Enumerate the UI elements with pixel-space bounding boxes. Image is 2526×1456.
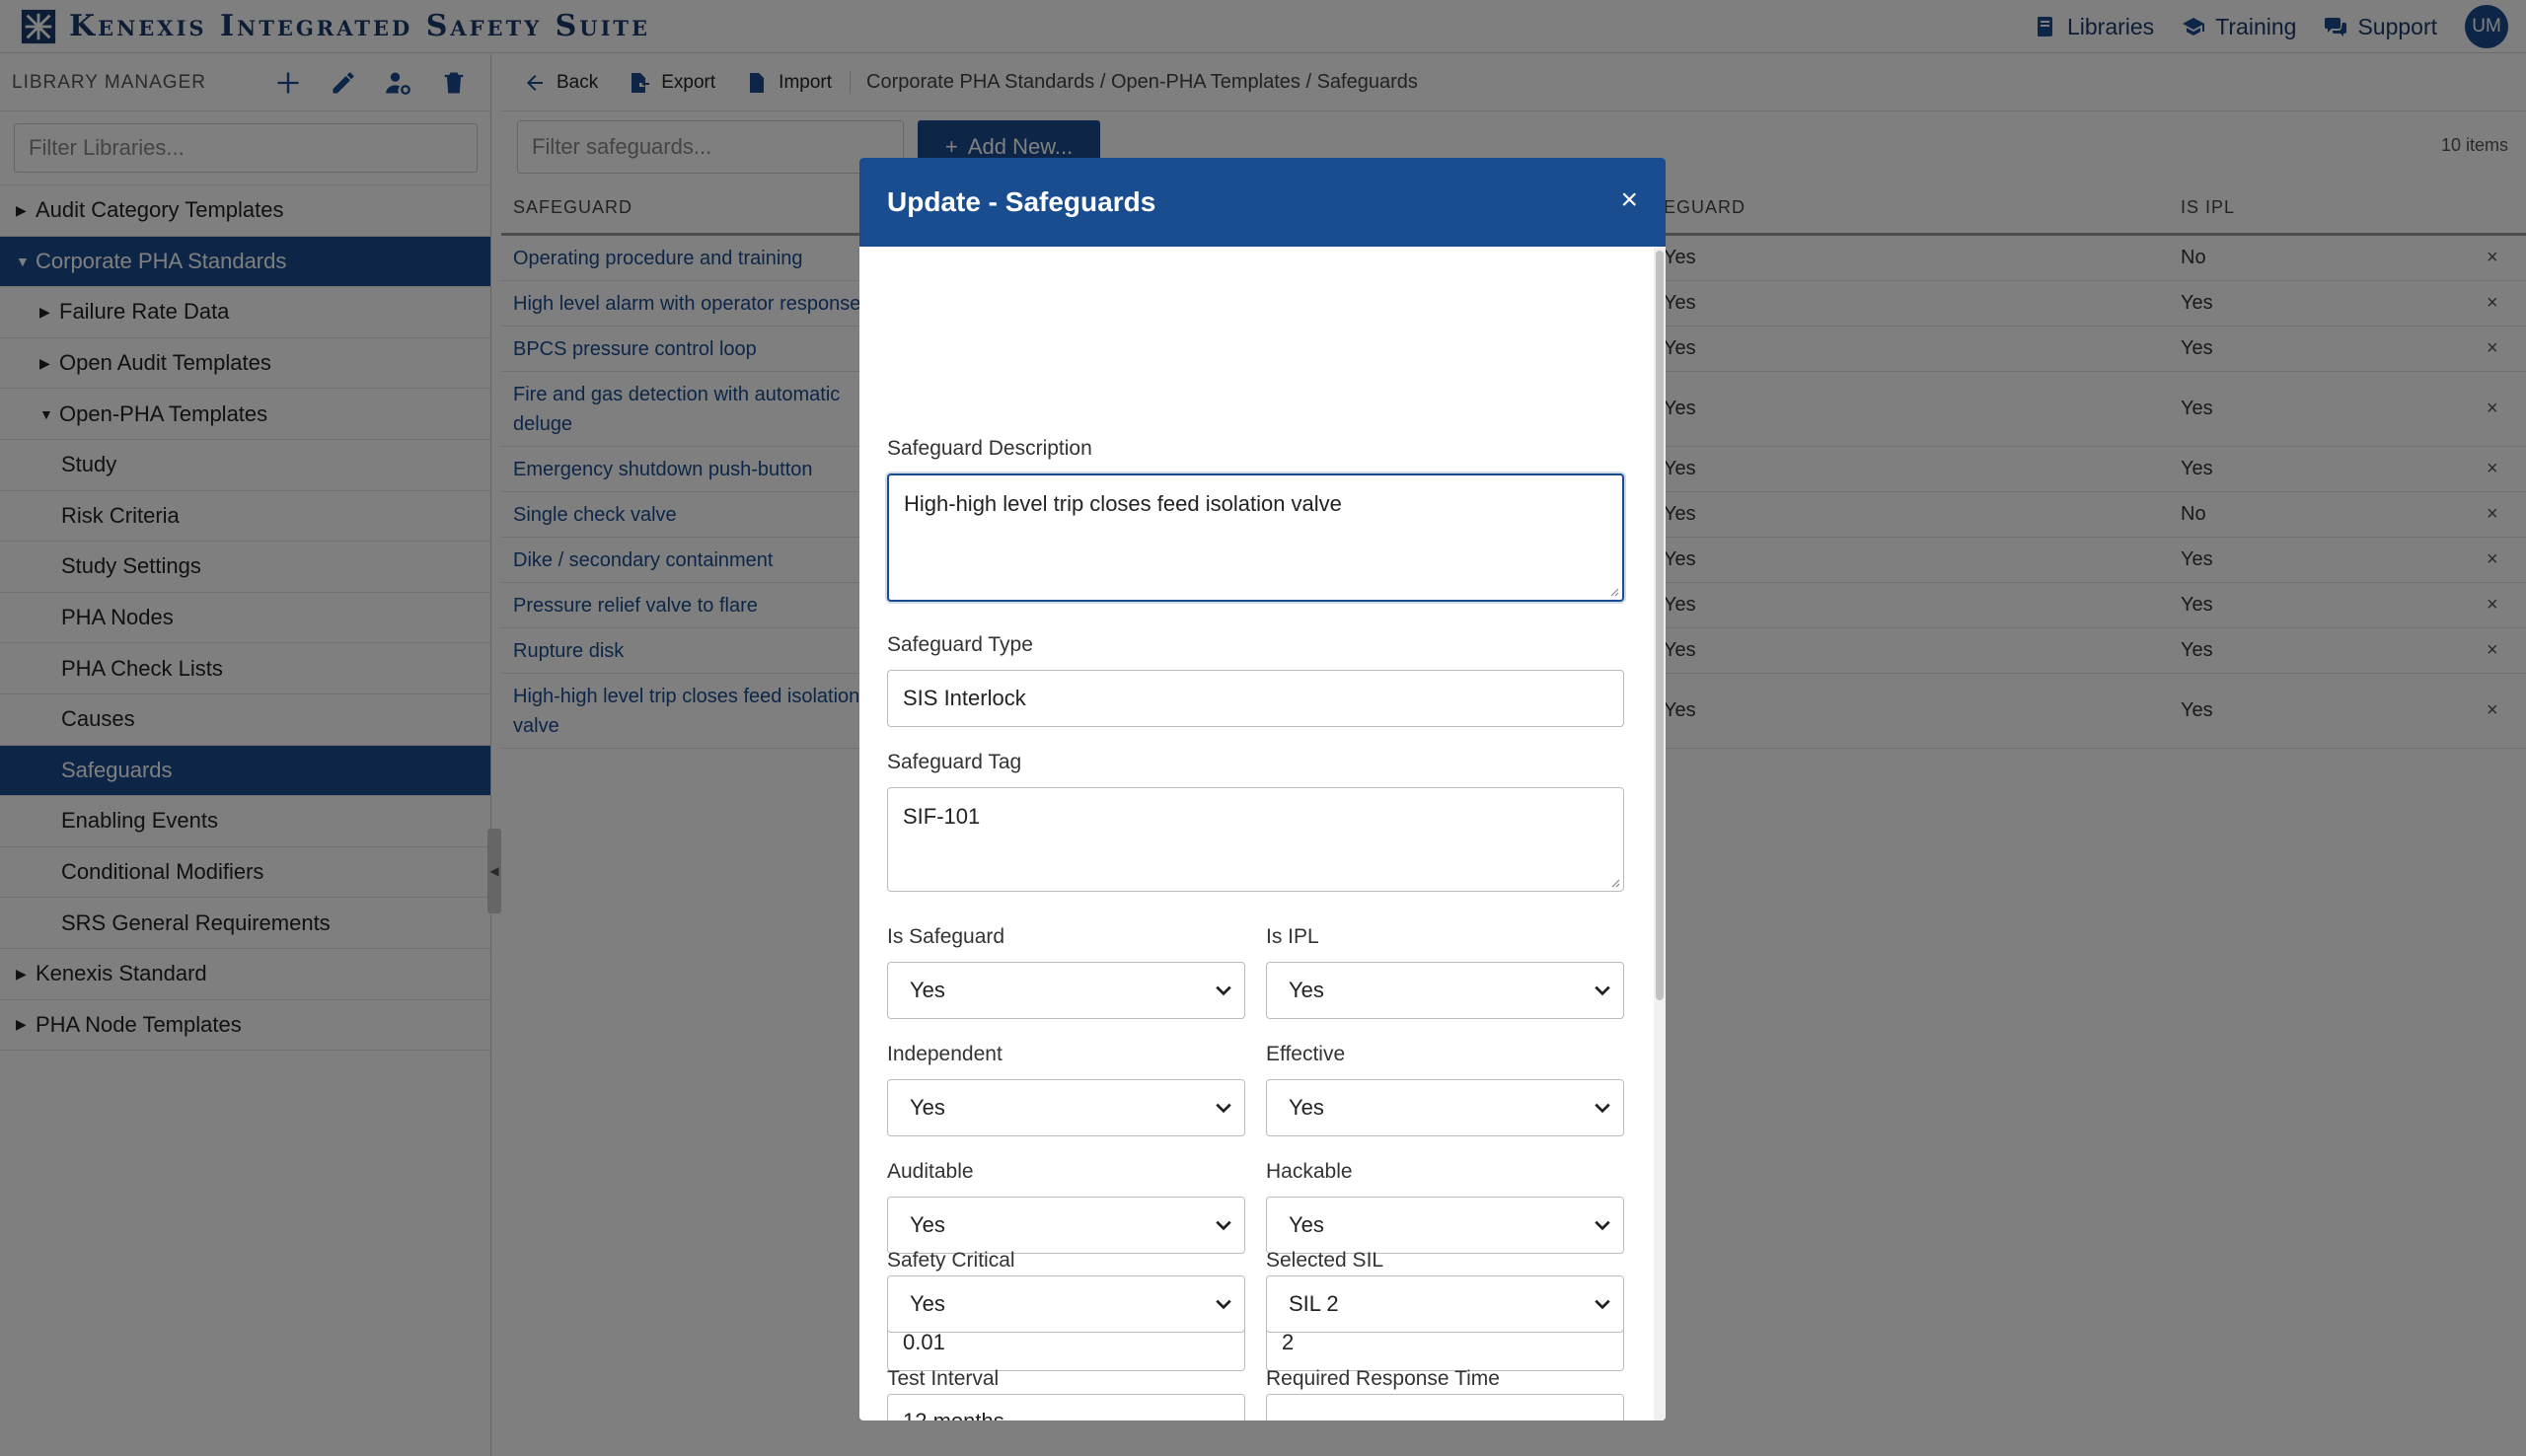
modal-body: Safeguard Description High-high level tr… <box>859 247 1654 1420</box>
is-ipl-value: Yes <box>1289 978 1324 1002</box>
resize-handle-icon[interactable] <box>1607 585 1619 597</box>
tag-textarea[interactable]: SIF-101 <box>887 787 1624 892</box>
update-safeguard-modal: Update - Safeguards × Safeguard Descript… <box>859 158 1666 1420</box>
is-safeguard-value: Yes <box>910 978 945 1002</box>
pfd-label: PFD <box>887 1277 929 1300</box>
hackable-label: Hackable <box>1266 1160 1353 1183</box>
modal-scrollbar[interactable] <box>1654 247 1666 1420</box>
type-value: SIS Interlock <box>903 686 1026 710</box>
tag-value: SIF-101 <box>903 804 981 829</box>
type-label: Safeguard Type <box>887 633 1033 656</box>
is-ipl-label: Is IPL <box>1266 925 1319 948</box>
effective-label: Effective <box>1266 1043 1346 1065</box>
independent-value: Yes <box>910 1095 945 1120</box>
chevron-down-icon <box>1216 1103 1231 1114</box>
resize-handle-icon[interactable] <box>1608 876 1620 888</box>
ipl-credit-input[interactable]: 2 <box>1266 1314 1624 1371</box>
hackable-value: Yes <box>1289 1212 1324 1237</box>
auditable-value: Yes <box>910 1212 945 1237</box>
auditable-label: Auditable <box>887 1160 974 1183</box>
chevron-down-icon <box>1595 1220 1610 1231</box>
tag-label: Safeguard Tag <box>887 751 1022 773</box>
independent-select[interactable]: Yes <box>887 1079 1245 1136</box>
chevron-down-icon <box>1216 985 1231 996</box>
type-input[interactable]: SIS Interlock <box>887 670 1624 727</box>
description-value: High-high level trip closes feed isolati… <box>904 491 1342 516</box>
description-label: Safeguard Description <box>887 437 1092 460</box>
modal-scrollbar-thumb[interactable] <box>1656 251 1664 1000</box>
independent-label: Independent <box>887 1043 1003 1065</box>
is-ipl-select[interactable]: Yes <box>1266 962 1624 1019</box>
pfd-value: 0.01 <box>903 1330 945 1354</box>
close-icon[interactable]: × <box>1620 185 1638 215</box>
modal-header: Update - Safeguards × <box>859 158 1666 247</box>
is-safeguard-label: Is Safeguard <box>887 925 1005 948</box>
hackable-select[interactable]: Yes <box>1266 1197 1624 1254</box>
effective-value: Yes <box>1289 1095 1324 1120</box>
effective-select[interactable]: Yes <box>1266 1079 1624 1136</box>
chevron-down-icon <box>1595 1103 1610 1114</box>
auditable-select[interactable]: Yes <box>887 1197 1245 1254</box>
chevron-down-icon <box>1595 985 1610 996</box>
description-textarea[interactable]: High-high level trip closes feed isolati… <box>887 473 1624 602</box>
ipl-credit-label: IPL Credit <box>1266 1277 1358 1300</box>
modal-title: Update - Safeguards <box>887 186 1156 217</box>
chevron-down-icon <box>1216 1220 1231 1231</box>
pfd-input[interactable]: 0.01 <box>887 1314 1245 1371</box>
is-safeguard-select[interactable]: Yes <box>887 962 1245 1019</box>
ipl-credit-value: 2 <box>1282 1330 1295 1354</box>
